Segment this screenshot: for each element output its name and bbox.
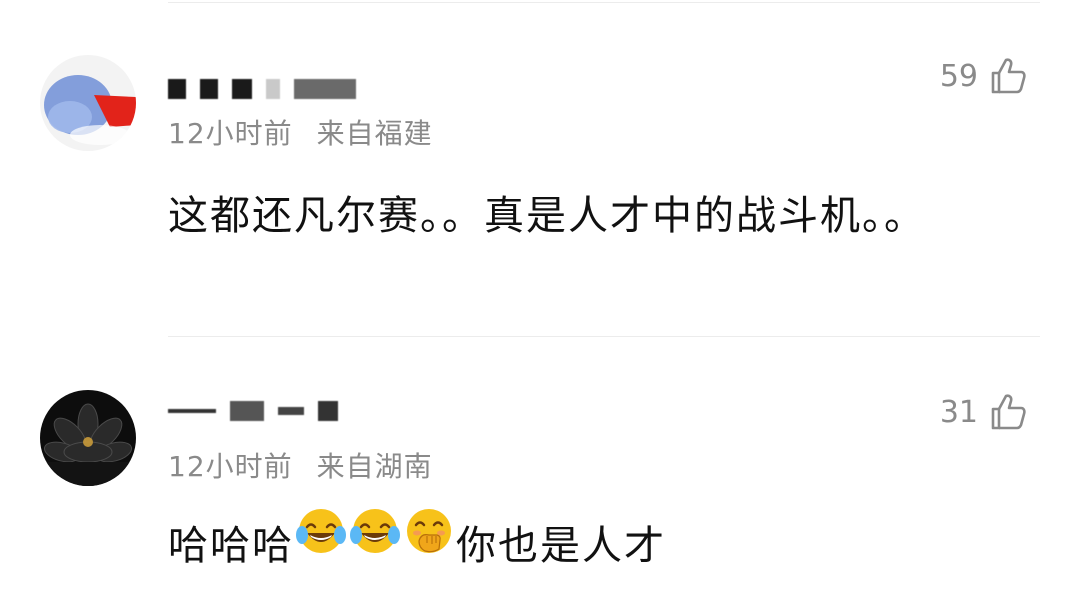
- thumbs-up-icon: [991, 394, 1026, 430]
- name-blur-block: [230, 401, 264, 421]
- comment-location: 来自福建: [316, 117, 433, 150]
- author-name[interactable]: [168, 78, 356, 100]
- name-blur-block: [232, 79, 252, 99]
- laughing-tears-emoji: [295, 504, 347, 584]
- name-blur-block: [168, 409, 216, 413]
- like-button[interactable]: 31: [940, 392, 1028, 432]
- top-divider: [168, 2, 1040, 3]
- like-count: 59: [939, 58, 978, 94]
- name-blur-block: [266, 79, 280, 99]
- comment-text: 哈哈哈 你也是人才: [168, 506, 938, 588]
- comment-text-after: 你也是人才: [456, 523, 666, 569]
- comment-text-before: 哈哈哈: [168, 523, 294, 569]
- hand-over-mouth-emoji: [403, 504, 455, 584]
- avatar[interactable]: [40, 390, 136, 486]
- like-button[interactable]: 59: [940, 56, 1028, 96]
- name-blur-block: [318, 401, 338, 421]
- comment-meta: 12小时前 来自湖南: [168, 445, 433, 485]
- comment-location: 来自湖南: [316, 450, 433, 483]
- comment-time: 12小时前: [168, 117, 293, 150]
- laughing-tears-emoji: [349, 504, 401, 584]
- author-name[interactable]: [168, 400, 338, 422]
- comment-divider: [168, 336, 1040, 337]
- name-blur-block: [200, 79, 218, 99]
- avatar[interactable]: [40, 55, 136, 151]
- name-blur-block: [278, 407, 304, 415]
- comment-text: 这都还凡尔赛。。真是人才中的战斗机。。: [168, 193, 926, 239]
- name-blur-block: [294, 79, 356, 99]
- like-count: 31: [939, 394, 978, 430]
- name-blur-block: [168, 79, 186, 99]
- comment-time: 12小时前: [168, 450, 293, 483]
- thumbs-up-icon: [991, 58, 1026, 94]
- comment-meta: 12小时前 来自福建: [168, 112, 433, 152]
